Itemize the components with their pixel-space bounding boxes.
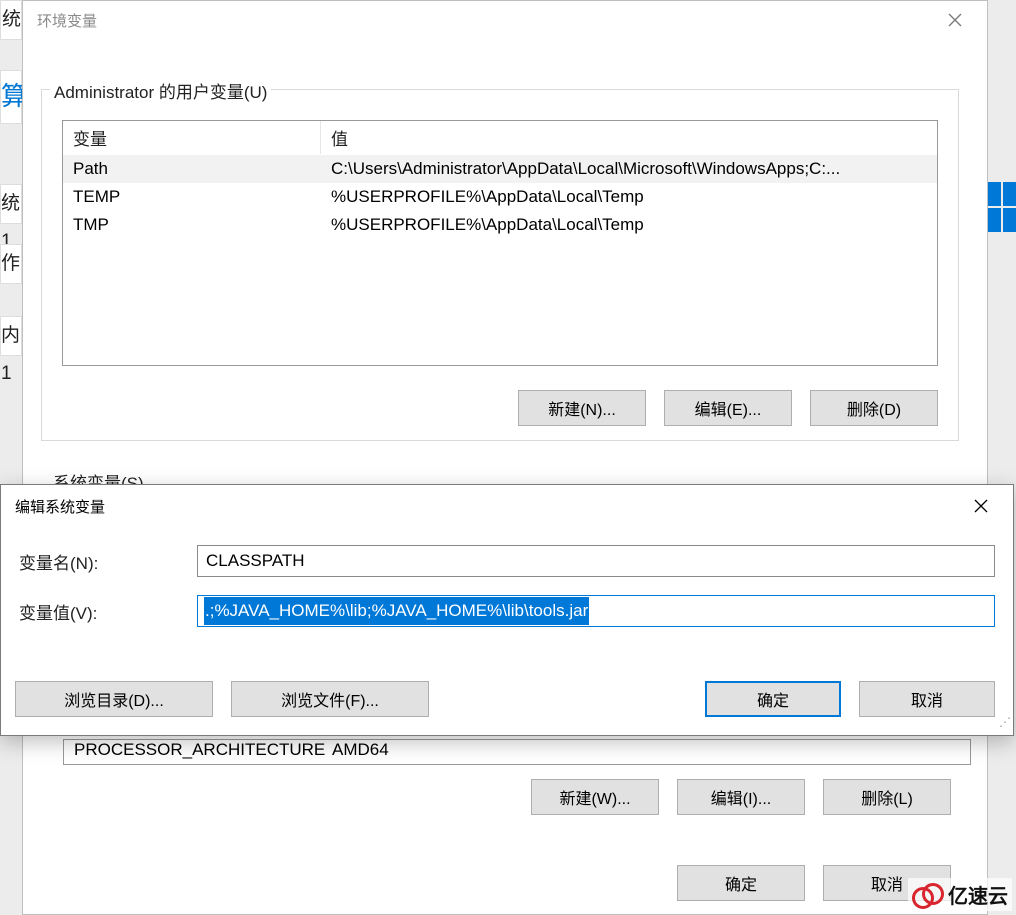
selected-text: .;%JAVA_HOME%\lib;%JAVA_HOME%\lib\tools.… xyxy=(204,597,589,625)
var-value: C:\Users\Administrator\AppData\Local\Mic… xyxy=(321,157,937,181)
windows-logo-icon xyxy=(988,182,1016,232)
modal-close-button[interactable] xyxy=(961,491,1001,521)
system-variables-list[interactable]: PROCESSOR_ARCHITECTURE AMD64 xyxy=(63,739,971,765)
bg-frag: 统 xyxy=(0,0,22,40)
env-dialog-titlebar: 环境变量 xyxy=(23,1,987,39)
environment-variables-dialog: 环境变量 Administrator 的用户变量(U) 变量 值 Path C:… xyxy=(22,0,988,915)
modal-button-row: 浏览目录(D)... 浏览文件(F)... 确定 取消 xyxy=(15,681,995,717)
env-dialog-close-button[interactable] xyxy=(935,5,975,35)
user-vars-buttons: 新建(N)... 编辑(E)... 删除(D) xyxy=(62,390,938,426)
variable-value-input[interactable]: .;%JAVA_HOME%\lib;%JAVA_HOME%\lib\tools.… xyxy=(197,595,995,627)
close-icon xyxy=(974,499,988,513)
user-variables-list[interactable]: 变量 值 Path C:\Users\Administrator\AppData… xyxy=(62,120,938,366)
variable-name-row: 变量名(N): xyxy=(1,545,1013,577)
browse-directory-button[interactable]: 浏览目录(D)... xyxy=(15,681,213,717)
spacer xyxy=(447,681,687,717)
sys-new-button[interactable]: 新建(W)... xyxy=(531,779,659,815)
variable-value-label: 变量值(V): xyxy=(19,599,197,624)
user-variables-group: Administrator 的用户变量(U) 变量 值 Path C:\User… xyxy=(41,89,959,441)
close-icon xyxy=(948,13,962,27)
modal-titlebar: 编辑系统变量 xyxy=(1,485,1013,527)
var-name: Path xyxy=(63,157,321,181)
list-header: 变量 值 xyxy=(63,121,937,155)
sys-delete-button[interactable]: 删除(L) xyxy=(823,779,951,815)
user-delete-button[interactable]: 删除(D) xyxy=(810,390,938,426)
modal-cancel-button[interactable]: 取消 xyxy=(859,681,995,717)
bg-frag: 统1 xyxy=(0,184,22,224)
var-value: AMD64 xyxy=(322,740,970,764)
modal-title: 编辑系统变量 xyxy=(15,496,961,517)
user-edit-button[interactable]: 编辑(E)... xyxy=(664,390,792,426)
user-new-button[interactable]: 新建(N)... xyxy=(518,390,646,426)
var-value: %USERPROFILE%\AppData\Local\Temp xyxy=(321,213,937,237)
var-name: TMP xyxy=(63,213,321,237)
edit-system-variable-dialog: 编辑系统变量 变量名(N): 变量值(V): .;%JAVA_HOME%\lib… xyxy=(0,484,1014,736)
var-name: PROCESSOR_ARCHITECTURE xyxy=(64,740,322,764)
bg-frag: 内1 xyxy=(0,316,22,356)
watermark-logo-icon xyxy=(912,883,942,907)
sys-edit-button[interactable]: 编辑(I)... xyxy=(677,779,805,815)
bg-frag: 作 xyxy=(0,244,22,284)
system-vars-buttons: 新建(W)... 编辑(I)... 删除(L) xyxy=(531,779,951,815)
resize-grip-icon[interactable]: ⋰ xyxy=(997,719,1011,733)
watermark: 亿速云 xyxy=(908,878,1012,911)
variable-value-row: 变量值(V): .;%JAVA_HOME%\lib;%JAVA_HOME%\li… xyxy=(1,595,1013,627)
var-value: %USERPROFILE%\AppData\Local\Temp xyxy=(321,185,937,209)
bg-frag: 算 xyxy=(0,70,22,124)
variable-name-input[interactable] xyxy=(197,545,995,577)
col-variable[interactable]: 变量 xyxy=(63,121,321,154)
env-ok-button[interactable]: 确定 xyxy=(677,865,805,901)
user-variables-legend: Administrator 的用户变量(U) xyxy=(50,78,271,103)
browse-file-button[interactable]: 浏览文件(F)... xyxy=(231,681,429,717)
variable-name-label: 变量名(N): xyxy=(19,549,197,574)
table-row[interactable]: TMP %USERPROFILE%\AppData\Local\Temp xyxy=(63,211,937,239)
table-row[interactable]: Path C:\Users\Administrator\AppData\Loca… xyxy=(63,155,937,183)
modal-ok-button[interactable]: 确定 xyxy=(705,681,841,717)
col-value[interactable]: 值 xyxy=(321,121,937,154)
env-dialog-title: 环境变量 xyxy=(37,10,935,31)
table-row[interactable]: TEMP %USERPROFILE%\AppData\Local\Temp xyxy=(63,183,937,211)
var-name: TEMP xyxy=(63,185,321,209)
watermark-text: 亿速云 xyxy=(948,880,1008,909)
